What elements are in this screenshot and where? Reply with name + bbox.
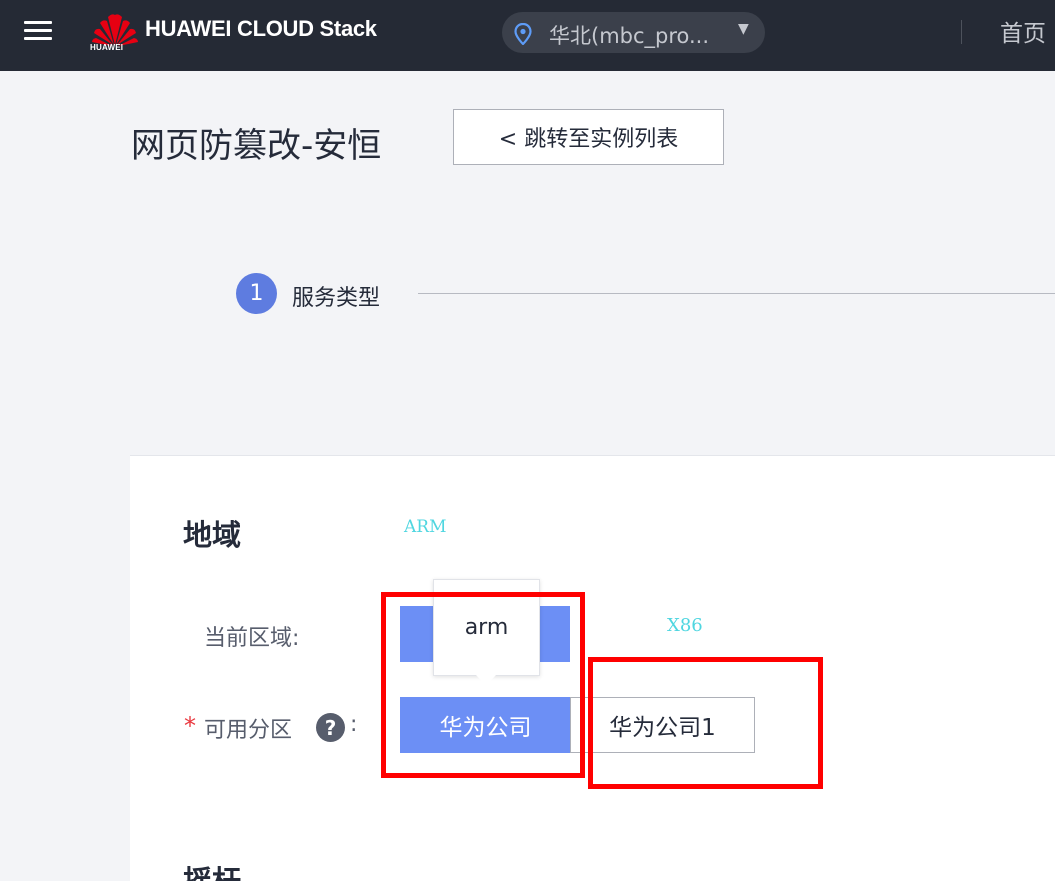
red-highlight-box-arm bbox=[381, 592, 585, 778]
region-selector[interactable]: 华北(mbc_pro... ▼ bbox=[502, 12, 765, 53]
step-connector-line bbox=[418, 293, 1055, 294]
x86-annotation: X86 bbox=[667, 615, 703, 636]
step-label: 服务类型 bbox=[292, 286, 381, 311]
help-question-icon[interactable]: ? bbox=[316, 713, 345, 742]
brand-name: HUAWEI CLOUD Stack bbox=[145, 16, 377, 41]
top-navigation-bar: HUAWEI HUAWEI CLOUD Stack 华北(mbc_pro... … bbox=[0, 0, 1055, 71]
region-section-title: 地域 bbox=[183, 518, 242, 552]
availability-zone-colon: : bbox=[350, 712, 358, 737]
caret-down-icon: ▼ bbox=[738, 21, 749, 37]
hamburger-menu-icon[interactable] bbox=[24, 17, 54, 47]
current-region-label: 当前区域: bbox=[204, 626, 300, 651]
home-link[interactable]: 首页 bbox=[1000, 14, 1046, 48]
required-asterisk: * bbox=[184, 712, 196, 740]
red-highlight-box-x86 bbox=[588, 657, 823, 789]
next-section-title: 摇杆 bbox=[183, 864, 242, 881]
logo-wordmark: HUAWEI bbox=[90, 43, 124, 52]
step-number-badge: 1 bbox=[236, 273, 277, 314]
page-title: 网页防篡改-安恒 bbox=[131, 126, 382, 166]
location-pin-icon bbox=[514, 23, 532, 45]
back-to-instance-list-button[interactable]: < 跳转至实例列表 bbox=[453, 109, 724, 165]
availability-zone-label: 可用分区 bbox=[204, 718, 293, 743]
topbar-divider bbox=[961, 20, 962, 44]
region-selector-value: 华北(mbc_pro... bbox=[549, 24, 710, 48]
arm-annotation: ARM bbox=[404, 517, 447, 537]
